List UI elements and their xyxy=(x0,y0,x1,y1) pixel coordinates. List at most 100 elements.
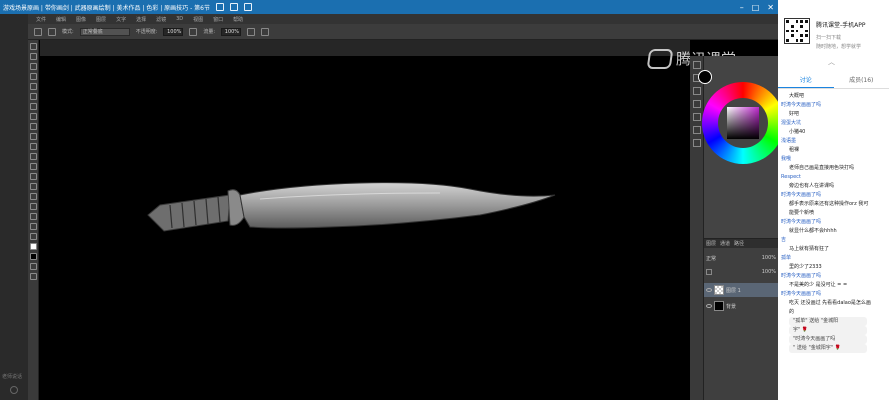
magic-wand-icon[interactable] xyxy=(29,73,37,80)
paragraph-panel-icon[interactable] xyxy=(692,100,701,108)
crop-tool-icon[interactable] xyxy=(29,83,37,90)
chat-message: 租裸 xyxy=(789,147,800,153)
tab-discussion[interactable]: 讨论 xyxy=(778,72,834,88)
chat-list: 大概吧 时涛今天画画了吗 好吧 混蛋大坑 小猪40 浅语墨 租裸 我哦 老师自己画是直接用色块打… xyxy=(781,92,885,353)
menu-filter[interactable]: 滤镜 xyxy=(156,16,166,23)
saturation-square[interactable] xyxy=(727,107,759,139)
flow-field[interactable]: 100% xyxy=(221,27,242,36)
adjustments-panel-icon[interactable] xyxy=(692,139,701,147)
tools-panel xyxy=(28,40,39,400)
stamp-tool-icon[interactable] xyxy=(29,123,37,130)
eye-icon[interactable] xyxy=(706,288,712,292)
color-wheel[interactable] xyxy=(702,82,784,164)
pen-tool-icon[interactable] xyxy=(29,183,37,190)
chat-message: 老师自己画是直接用色块打吗 xyxy=(789,165,855,171)
menu-file[interactable]: 文件 xyxy=(36,16,46,23)
lasso-tool-icon[interactable] xyxy=(29,63,37,70)
tencent-classroom-logo-icon xyxy=(646,48,674,69)
close-icon[interactable]: ✕ xyxy=(767,3,774,12)
blend-mode-dropdown[interactable]: 正常 xyxy=(706,255,716,262)
layer-thumbnail xyxy=(714,301,724,311)
chat-message: 吃灭 还没画过 先看看dalao是怎么画 xyxy=(789,300,871,306)
healing-brush-icon[interactable] xyxy=(29,103,37,110)
opacity-label: 不透明度: xyxy=(135,29,158,35)
marquee-tool-icon[interactable] xyxy=(29,53,37,60)
gift-notice: " 送给 "金城阳宇" 🌹 xyxy=(789,344,867,353)
zoom-tool-icon[interactable] xyxy=(29,233,37,240)
gradient-tool-icon[interactable] xyxy=(29,153,37,160)
classroom-sidebar: 腾讯课堂-手机APP 扫一扫下载 随时随地，想学就学 ︿ 讨论 成员(16) 大… xyxy=(778,0,889,400)
tab-channels[interactable]: 通道 xyxy=(720,240,730,247)
chat-username: 时涛今天画画了吗 xyxy=(781,273,822,279)
gift-notice: "孤单" 送给 "金城阳 xyxy=(789,317,867,326)
brush-preset-icon[interactable] xyxy=(48,27,56,36)
screen-icon[interactable] xyxy=(229,3,238,11)
layer-opacity-value[interactable]: 100% xyxy=(762,255,778,261)
microphone-icon[interactable] xyxy=(10,386,18,394)
menu-type[interactable]: 文字 xyxy=(116,16,126,23)
layers-panel: 图层 通道 路径 正常 100% 100% 图层 1 背景 xyxy=(704,238,778,400)
maximize-icon[interactable]: □ xyxy=(752,3,760,12)
chat-message: 旁边也有人在讲课吗 xyxy=(789,183,835,189)
foreground-swatch-icon[interactable] xyxy=(698,70,712,84)
tab-members[interactable]: 成员(16) xyxy=(834,72,889,88)
move-tool-icon[interactable] xyxy=(29,43,37,50)
type-tool-icon[interactable] xyxy=(29,193,37,200)
menu-view[interactable]: 视图 xyxy=(193,16,203,23)
knife-artwork xyxy=(147,182,556,232)
screen-mode-icon[interactable] xyxy=(29,273,37,280)
menu-window[interactable]: 窗口 xyxy=(213,16,223,23)
qr-code xyxy=(784,18,810,44)
foreground-color-icon[interactable] xyxy=(29,243,37,250)
pressure-opacity-icon[interactable] xyxy=(189,27,198,36)
pressure-size-icon[interactable] xyxy=(261,27,270,36)
collapse-chevron-icon[interactable]: ︿ xyxy=(828,57,835,67)
chat-username: 时涛今天画画了吗 xyxy=(781,192,822,198)
layer-row[interactable]: 背景 xyxy=(704,299,778,313)
path-select-icon[interactable] xyxy=(29,203,37,210)
menu-layer[interactable]: 图层 xyxy=(96,16,106,23)
flow-label: 流量: xyxy=(203,29,216,35)
tab-layers[interactable]: 图层 xyxy=(706,240,716,247)
chat-username: 我哦 xyxy=(781,156,792,162)
brush-tool-icon[interactable] xyxy=(29,113,37,120)
fullscreen-icon[interactable] xyxy=(243,3,252,11)
chat-username: 浅语墨 xyxy=(781,138,797,144)
menu-select[interactable]: 选择 xyxy=(136,16,146,23)
chat-message: 好吧 xyxy=(789,111,800,117)
menu-help[interactable]: 帮助 xyxy=(233,16,243,23)
character-panel-icon[interactable] xyxy=(692,87,701,95)
eyedropper-icon[interactable] xyxy=(29,93,37,100)
chat-username: 吉 xyxy=(781,237,787,243)
eraser-tool-icon[interactable] xyxy=(29,143,37,150)
mode-dropdown[interactable]: 正常叠底 xyxy=(79,27,130,36)
hand-tool-icon[interactable] xyxy=(29,223,37,230)
share-icon[interactable] xyxy=(215,3,224,11)
chat-message: 的 xyxy=(789,309,795,315)
lock-icon[interactable] xyxy=(706,269,712,275)
background-color-icon[interactable] xyxy=(29,253,37,260)
chat-message: 不是美的少 是没可让 = = xyxy=(789,282,848,288)
opacity-field[interactable]: 100% xyxy=(163,27,184,36)
options-bar: 模式: 正常叠底 不透明度: 100% 流量: 100% xyxy=(28,24,778,40)
menu-3d[interactable]: 3D xyxy=(176,16,183,22)
dodge-tool-icon[interactable] xyxy=(29,173,37,180)
sidebar-tabs: 讨论 成员(16) xyxy=(778,72,889,89)
menu-edit[interactable]: 编辑 xyxy=(56,16,66,23)
layers-blend-row: 正常 100% xyxy=(704,251,778,265)
eye-icon[interactable] xyxy=(706,304,712,308)
info-panel-icon[interactable] xyxy=(692,126,701,134)
shape-tool-icon[interactable] xyxy=(29,213,37,220)
menu-image[interactable]: 图像 xyxy=(76,16,86,23)
layer-fill-value[interactable]: 100% xyxy=(762,269,778,275)
history-panel-icon[interactable] xyxy=(692,61,701,69)
airbrush-icon[interactable] xyxy=(247,27,256,36)
swatches-panel-icon[interactable] xyxy=(692,113,701,121)
layer-row[interactable]: 图层 1 xyxy=(704,283,778,297)
history-brush-icon[interactable] xyxy=(29,133,37,140)
tab-paths[interactable]: 路径 xyxy=(734,240,744,247)
quick-mask-icon[interactable] xyxy=(29,263,37,270)
blur-tool-icon[interactable] xyxy=(29,163,37,170)
minimize-icon[interactable]: – xyxy=(740,3,744,12)
brush-tool-icon[interactable] xyxy=(34,27,42,36)
